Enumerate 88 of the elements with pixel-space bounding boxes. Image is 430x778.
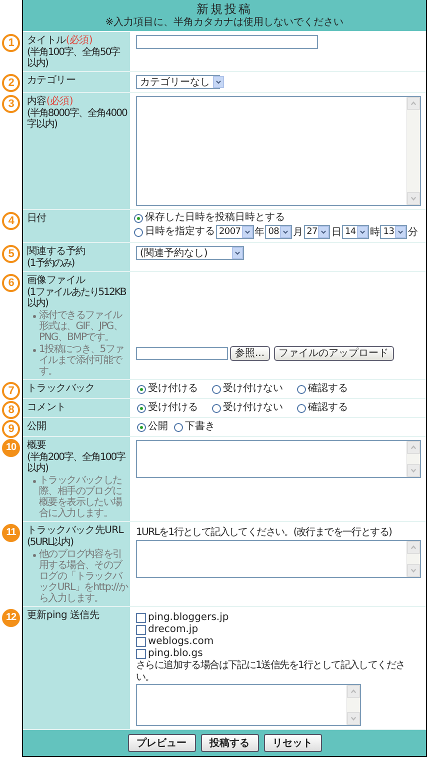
field-label: カテゴリー — [27, 74, 77, 87]
unit-label: 分 — [408, 226, 418, 239]
field-label: 更新ping 送信先 — [27, 609, 100, 622]
option-label: 保存した日時を投稿日時とする — [145, 212, 285, 224]
option-label: 受け付けない — [223, 383, 283, 395]
number-badge: 1 — [2, 34, 20, 52]
radio-button[interactable] — [297, 384, 306, 394]
checkbox[interactable] — [136, 637, 146, 647]
number-badge: 10 — [2, 439, 20, 457]
help-text: 1投稿につき、5ファイルまで添付可能です。 — [39, 344, 125, 377]
number-badge: 11 — [2, 524, 20, 542]
dropdown[interactable]: 08 — [265, 225, 292, 239]
help-text: 他のブログ内容を引用する場合、そのブログの「トラックバックURL」をhttp://から入力します。 — [39, 549, 128, 604]
checkbox[interactable] — [136, 613, 146, 623]
radio-button[interactable] — [134, 228, 143, 236]
bullet-icon — [33, 554, 36, 557]
file-path-field[interactable] — [136, 347, 228, 360]
dropdown[interactable]: 14 — [342, 225, 369, 239]
field-label: 概要 — [27, 439, 48, 452]
option-label: 下書き — [185, 421, 215, 433]
field-label: 内容(必須) — [27, 95, 74, 108]
form-title: 新規投稿 — [196, 2, 254, 17]
dropdown[interactable]: 2007 — [216, 225, 254, 239]
field-label: トラックバック先URL — [27, 524, 125, 536]
option-label: 受け付ける — [148, 383, 198, 395]
option-label: 日時を指定する — [145, 226, 215, 238]
bullet-icon — [33, 315, 36, 318]
option-label: ping.bloggers.jp — [148, 612, 229, 624]
checkbox[interactable] — [136, 625, 146, 635]
number-badge: 2 — [2, 74, 20, 92]
checkbox[interactable] — [136, 649, 146, 659]
radio-button[interactable] — [297, 404, 306, 412]
radio-button[interactable] — [137, 404, 146, 412]
field-label: 公開 — [27, 420, 48, 433]
dropdown[interactable]: (関連予約なし) — [136, 246, 244, 260]
field-note: (1予約のみ) — [27, 258, 76, 269]
number-badge: 4 — [2, 212, 20, 230]
number-badge: 7 — [2, 382, 20, 400]
radio-button[interactable] — [212, 404, 221, 412]
field-label: コメント — [27, 401, 67, 414]
radio-button[interactable] — [137, 384, 146, 394]
option-label: drecom.jp — [148, 624, 198, 636]
submit-button[interactable]: 投稿する — [200, 734, 258, 752]
field-note: (半角200字、全角100字以内) — [27, 452, 126, 474]
field-note: (5URL以内) — [27, 537, 74, 548]
dropdown[interactable]: 27 — [304, 225, 330, 239]
field-note: (1ファイルあたり512KB以内) — [27, 287, 127, 309]
field-label: 日付 — [27, 212, 48, 225]
unit-label: 年 — [254, 226, 264, 239]
field-label: タイトル(必須) — [27, 34, 94, 46]
number-badge: 5 — [2, 245, 20, 263]
number-badge: 3 — [2, 95, 20, 113]
field-note: (半角8000字、全角4000字以内) — [27, 108, 128, 130]
dropdown[interactable]: 13 — [380, 225, 408, 239]
field-note: (半角100字、全角50字以内) — [27, 47, 121, 69]
option-label: 確認する — [308, 383, 348, 395]
radio-button[interactable] — [174, 422, 183, 432]
option-label: 確認する — [308, 402, 348, 414]
option-label: weblogs.com — [148, 636, 214, 648]
number-badge: 8 — [2, 401, 20, 419]
number-badge: 12 — [2, 609, 20, 627]
upload-button[interactable]: ファイルのアップロード — [274, 346, 394, 361]
unit-label: 月 — [293, 226, 303, 239]
field-label: 画像ファイル — [27, 274, 86, 287]
unit-label: 時 — [370, 226, 380, 239]
bullet-icon — [33, 349, 36, 352]
number-badge: 6 — [2, 274, 20, 292]
field-label: 関連する予約 — [27, 245, 86, 258]
browse-button[interactable]: 参照... — [230, 346, 270, 361]
radio-button[interactable] — [137, 422, 146, 432]
notice-text: ※入力項目に、半角カタカナは使用しないでください — [104, 17, 345, 28]
hint-text: さらに追加する場合は下記に1送信先を1行として記入してください。 — [136, 660, 406, 684]
field-label: トラックバック — [27, 382, 96, 395]
reset-button[interactable]: リセット — [264, 734, 322, 752]
help-text: 添付できるファイル形式は、GIF、JPG、PNG、BMPです。 — [39, 310, 124, 343]
hint-text: 1URLを1行として記入してください。(改行までを一行とする) — [136, 526, 393, 539]
unit-label: 日 — [331, 226, 341, 239]
bullet-icon — [33, 480, 36, 483]
preview-button[interactable]: プレビュー — [128, 734, 196, 752]
option-label: 公開 — [148, 421, 168, 433]
text-field[interactable] — [136, 35, 318, 49]
number-badge: 9 — [2, 420, 20, 438]
option-label: 受け付けない — [223, 402, 283, 414]
help-text: トラックバックした際、相手のブログに概要を表示したい場合に入力します。 — [39, 475, 124, 519]
option-label: ping.blo.gs — [148, 648, 203, 660]
radio-button[interactable] — [134, 214, 143, 222]
option-label: 受け付ける — [148, 402, 198, 414]
radio-button[interactable] — [212, 384, 221, 394]
